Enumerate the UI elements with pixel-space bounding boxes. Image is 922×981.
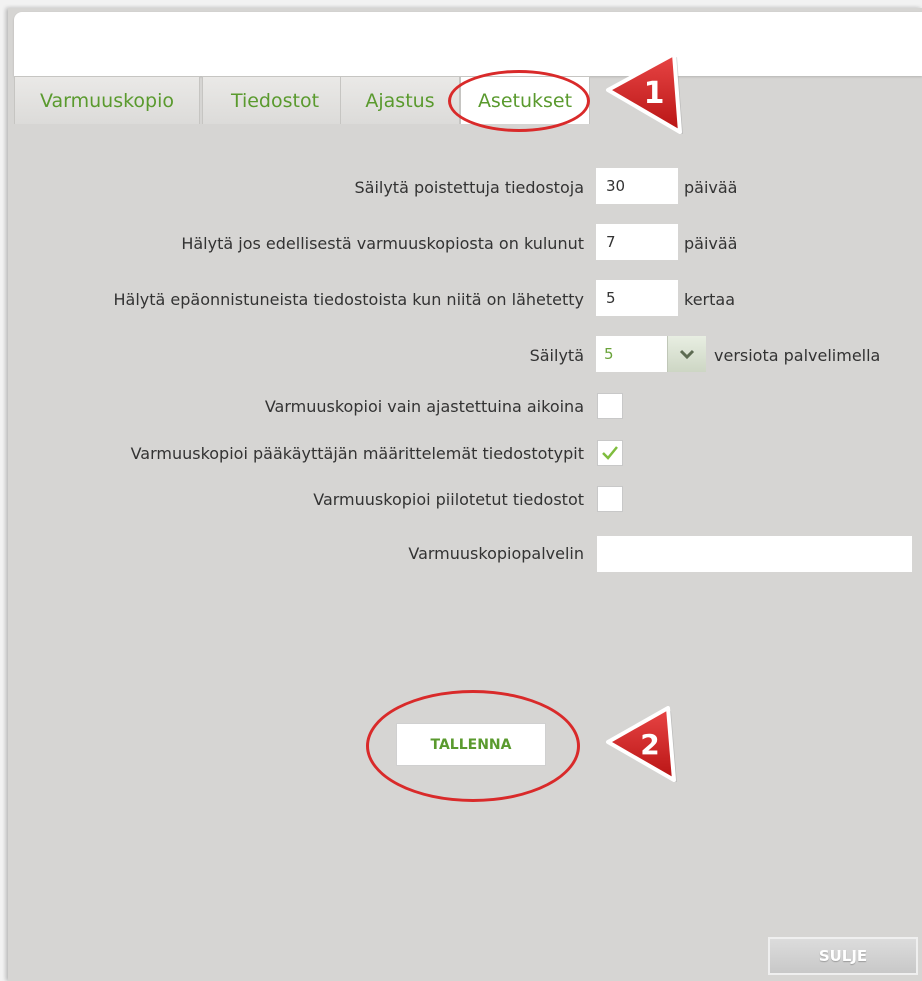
alert-last-backup-label: Hälytä jos edellisestä varmuuskopiosta o…	[181, 234, 584, 253]
tab-asetukset[interactable]: Asetukset	[460, 76, 590, 124]
alert-failed-unit: kertaa	[684, 290, 735, 309]
callout-marker-1: 1	[606, 52, 683, 134]
admin-filetypes-checkbox[interactable]	[597, 440, 623, 466]
hidden-files-label: Varmuuskopioi piilotetut tiedostot	[313, 490, 584, 509]
keep-versions-value: 5	[604, 345, 614, 363]
alert-last-backup-unit: päivää	[684, 234, 738, 253]
keep-deleted-input[interactable]: 30	[596, 168, 678, 204]
tab-ajastus[interactable]: Ajastus	[340, 76, 460, 124]
checkmark-icon	[602, 446, 618, 460]
hidden-files-checkbox[interactable]	[597, 486, 623, 512]
tab-tiedostot[interactable]: Tiedostot	[202, 76, 348, 124]
close-button[interactable]: SULJE	[768, 937, 918, 975]
backup-server-input[interactable]	[597, 536, 912, 572]
top-bar	[14, 12, 922, 76]
alert-last-backup-input[interactable]: 7	[596, 224, 678, 260]
alert-failed-label: Hälytä epäonnistuneista tiedostoista kun…	[113, 290, 584, 309]
keep-versions-select[interactable]: 5	[596, 336, 706, 372]
keep-versions-label: Säilytä	[529, 346, 584, 365]
keep-deleted-label: Säilytä poistettuja tiedostoja	[354, 178, 584, 197]
alert-failed-input[interactable]: 5	[596, 280, 678, 316]
save-button[interactable]: TALLENNA	[396, 723, 546, 766]
callout-marker-2: 2	[606, 706, 677, 782]
backup-server-label: Varmuuskopiopalvelin	[408, 544, 584, 563]
scheduled-only-checkbox[interactable]	[597, 393, 623, 419]
tab-varmuuskopio[interactable]: Varmuuskopio	[14, 76, 200, 124]
keep-deleted-unit: päivää	[684, 178, 738, 197]
callout-number-1: 1	[644, 76, 665, 111]
admin-filetypes-label: Varmuuskopioi pääkäyttäjän määrittelemät…	[130, 444, 584, 463]
chevron-down-icon[interactable]	[667, 336, 706, 372]
callout-number-2: 2	[640, 728, 659, 761]
keep-versions-unit: versiota palvelimella	[714, 346, 881, 365]
scheduled-only-label: Varmuuskopioi vain ajastettuina aikoina	[264, 397, 584, 416]
